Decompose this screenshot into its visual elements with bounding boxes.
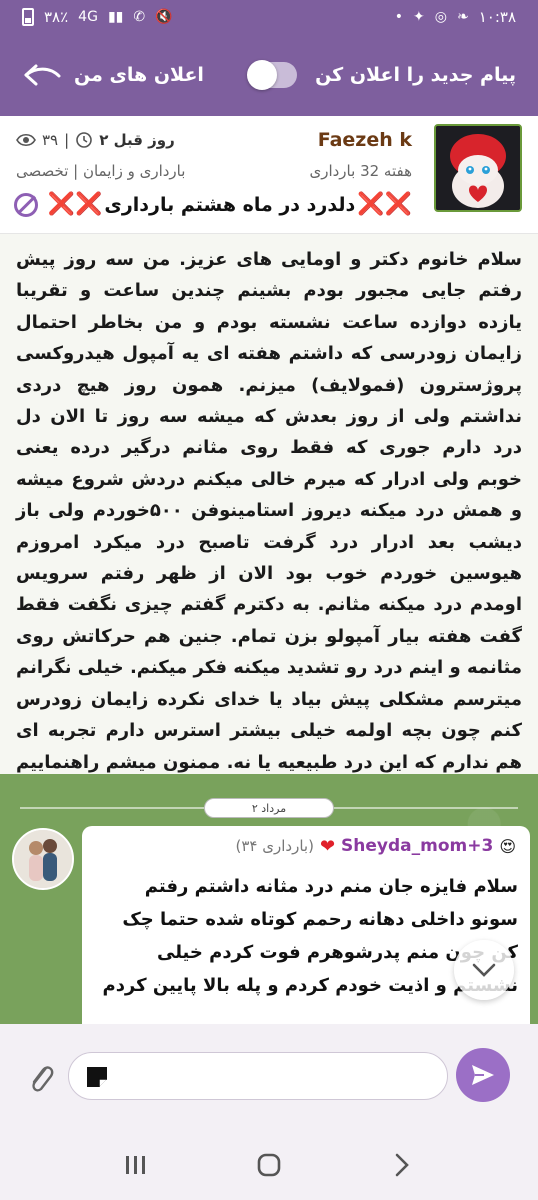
reply-header: (۳۴ بارداری) ❤ Sheyda_mom+3 😍 — [90, 834, 516, 858]
sticker-icon[interactable] — [84, 1064, 110, 1090]
status-left: ۳۸٪ 4G ▮▮ ✆ 🔇 — [22, 8, 173, 26]
post-body: سلام خانوم دکتر و اومایی های عزیز. من سه… — [0, 234, 538, 835]
reply-card[interactable]: (۳۴ بارداری) ❤ Sheyda_mom+3 😍 سلام فایزه… — [82, 826, 530, 1024]
recent-apps-button[interactable] — [116, 1145, 156, 1185]
battery-level: ۳۸٪ — [44, 8, 69, 26]
home-icon — [257, 1153, 281, 1177]
cross-mark-icon: ❌❌ — [47, 192, 103, 217]
post-body-text: سلام خانوم دکتر و اومایی های عزیز. من سه… — [16, 249, 523, 835]
composer-bar — [0, 1024, 538, 1130]
author-name[interactable]: Faezeh k — [318, 129, 412, 151]
notify-setting: پیام جدید را اعلان کن — [247, 60, 516, 90]
date-pill: ۲ مرداد — [204, 798, 334, 818]
my-ads-label[interactable]: اعلان های من — [74, 64, 204, 86]
chevron-down-icon — [472, 963, 496, 977]
reply-author-tag: (۳۴ بارداری) — [235, 837, 314, 855]
message-input[interactable] — [68, 1052, 448, 1100]
post-sub-row: بارداری و زایمان | تخصصی هفته 32 بارداری — [16, 160, 412, 182]
back-button[interactable] — [382, 1145, 422, 1185]
post-title-text: دلدرد در ماه هشتم بارداری — [104, 194, 356, 216]
battery-icon — [22, 8, 34, 26]
my-ads-link[interactable]: اعلان های من — [22, 62, 204, 88]
home-button[interactable] — [249, 1145, 289, 1185]
chevron-right-icon — [395, 1153, 409, 1177]
app-leaf-icon: ❧ — [456, 9, 469, 25]
network-4g-icon: 4G — [78, 9, 98, 25]
author-avatar[interactable] — [434, 124, 522, 212]
pregnancy-week: هفته 32 بارداری — [309, 162, 412, 180]
instagram-icon: ◎ — [434, 9, 447, 25]
back-arrow-icon[interactable] — [22, 62, 62, 88]
post-category[interactable]: بارداری و زایمان | تخصصی — [16, 162, 185, 180]
sparkle-icon: ✦ — [413, 9, 425, 25]
post-card: ۳۹ | ۲ روز قبل Faezeh k بارداری و زایمان… — [0, 116, 538, 234]
scroll-down-button[interactable] — [454, 940, 514, 1000]
heart-icon: ❤ — [319, 835, 336, 857]
post-stats: ۳۹ | ۲ روز قبل — [16, 131, 175, 149]
system-nav-bar — [0, 1130, 538, 1200]
volte-icon: ✆ — [133, 9, 146, 25]
reply-text: سلام فایزه جان منم درد مثانه داشتم رفتم … — [102, 876, 519, 996]
divider: | — [64, 131, 70, 149]
couple-photo-icon — [14, 830, 72, 888]
bunny-avatar-icon — [436, 126, 520, 210]
reply-author-name[interactable]: Sheyda_mom+3 — [341, 836, 493, 856]
cross-mark-icon: ❌❌ — [357, 192, 412, 217]
notify-toggle[interactable] — [247, 60, 298, 90]
mute-icon: 🔇 — [155, 9, 173, 25]
time-ago: ۲ روز قبل — [99, 131, 175, 149]
notify-label: پیام جدید را اعلان کن — [315, 64, 516, 86]
attach-icon[interactable] — [26, 1058, 56, 1098]
comments-area: ۲ مرداد (۳۴ بارداری) ❤ Sheyda_mom+3 😍 سل… — [0, 774, 538, 1024]
reply-author-avatar[interactable] — [12, 828, 74, 890]
recent-apps-icon — [126, 1156, 146, 1174]
signal-icon: ▮▮ — [107, 9, 124, 25]
send-icon — [472, 1065, 494, 1085]
smile-emoji-icon: 😍 — [499, 836, 516, 856]
status-bar: ۳۸٪ 4G ▮▮ ✆ 🔇 • ✦ ◎ ❧ ۱۰:۳۸ — [0, 0, 538, 34]
post-title: ❌❌ دلدرد در ماه هشتم بارداری ❌❌ — [47, 192, 412, 217]
clock-icon — [76, 132, 92, 148]
post-title-row: ❌❌ دلدرد در ماه هشتم بارداری ❌❌ — [14, 190, 412, 220]
dot-icon: • — [394, 9, 404, 25]
views-count: ۳۹ — [42, 131, 59, 149]
toggle-knob — [247, 60, 278, 90]
clock-time: ۱۰:۳۸ — [478, 8, 516, 26]
send-button[interactable] — [456, 1048, 510, 1102]
block-icon[interactable] — [14, 193, 38, 217]
post-meta-row: ۳۹ | ۲ روز قبل Faezeh k — [16, 128, 412, 152]
status-right: • ✦ ◎ ❧ ۱۰:۳۸ — [395, 8, 516, 26]
app-header: اعلان های من پیام جدید را اعلان کن — [0, 34, 538, 116]
eye-icon — [16, 133, 36, 147]
